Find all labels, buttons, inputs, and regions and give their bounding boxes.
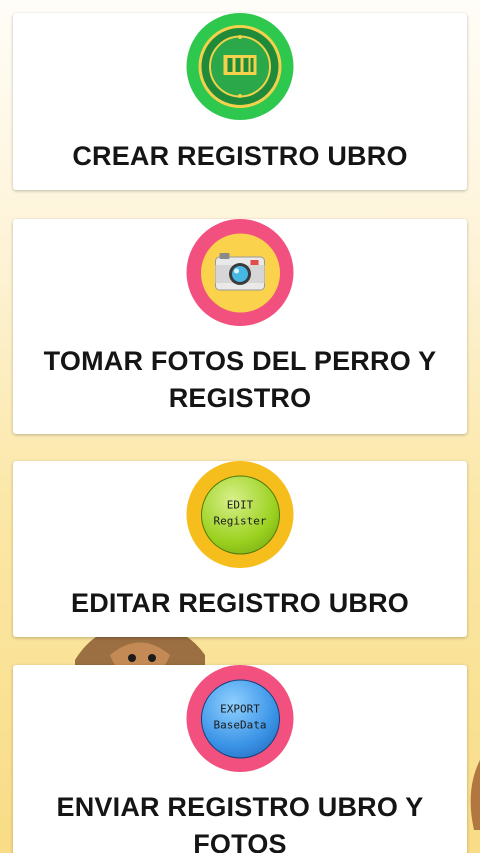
edit-register-disc: EDIT Register: [200, 475, 280, 554]
create-register-card[interactable]: CREAR REGISTRO UBRO: [13, 13, 467, 190]
camera-icon-circle: [186, 219, 294, 326]
edit-badge-line1: EDIT: [226, 498, 254, 511]
create-register-label: CREAR REGISTRO UBRO: [72, 141, 408, 171]
export-database-disc: EXPORT BaseData: [200, 679, 280, 758]
send-register-label: ENVIAR REGISTRO UBRO Y FOTOS: [56, 792, 424, 853]
export-database-icon: EXPORT BaseData: [186, 665, 294, 772]
main-menu-screen: CREAR REGISTRO UBRO TOMAR FOTOS DEL PERR…: [0, 0, 480, 853]
edit-badge-line2: Register: [213, 514, 267, 527]
edit-register-card[interactable]: EDIT Register EDITAR REGISTRO UBRO: [13, 461, 467, 637]
edit-register-label: EDITAR REGISTRO UBRO: [70, 588, 409, 618]
take-photos-label: TOMAR FOTOS DEL PERRO Y REGISTRO: [43, 346, 437, 413]
send-register-card[interactable]: EXPORT BaseData ENVIAR REGISTRO UBRO Y F…: [13, 665, 467, 853]
edit-register-icon: EDIT Register: [186, 461, 294, 568]
camera-icon: [215, 253, 265, 291]
export-badge-line2: BaseData: [213, 718, 267, 731]
export-badge-line1: EXPORT: [220, 702, 260, 715]
take-photos-card[interactable]: TOMAR FOTOS DEL PERRO Y REGISTRO: [13, 219, 467, 434]
ubro-logo-icon: [186, 13, 294, 120]
